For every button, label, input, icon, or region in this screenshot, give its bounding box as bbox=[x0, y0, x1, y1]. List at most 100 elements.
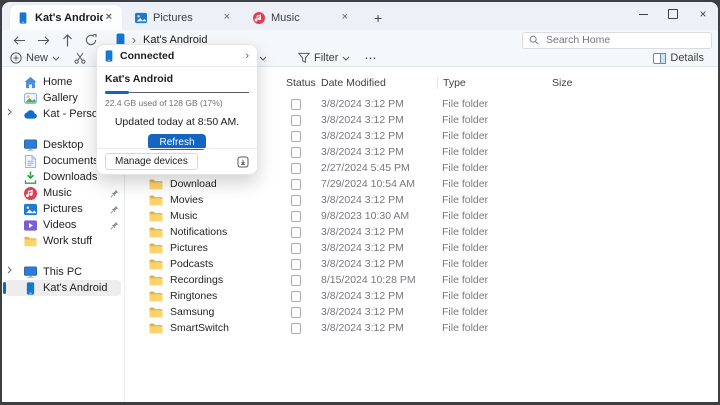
pin-icon bbox=[110, 221, 119, 230]
file-type: File folder bbox=[437, 290, 552, 302]
music-icon bbox=[253, 12, 265, 24]
sync-status-icon bbox=[291, 259, 301, 270]
file-type: File folder bbox=[437, 306, 552, 318]
forward-icon bbox=[37, 34, 50, 47]
filter-button-label: Filter bbox=[314, 52, 338, 64]
tab-music[interactable]: Music × bbox=[246, 5, 358, 30]
file-row-music[interactable]: Music 9/8/2023 10:30 AMFile folder bbox=[125, 208, 718, 224]
sidebar-item-label: Work stuff bbox=[43, 235, 92, 247]
sidebar-item-label: Documents bbox=[43, 155, 99, 167]
desktop-icon bbox=[24, 139, 37, 152]
column-header-type[interactable]: Type bbox=[437, 77, 552, 89]
file-type: File folder bbox=[437, 178, 552, 190]
flyout-header[interactable]: Connected › bbox=[97, 45, 257, 67]
sidebar-item-label: Pictures bbox=[43, 203, 83, 215]
file-type: File folder bbox=[437, 274, 552, 286]
file-name: Download bbox=[170, 178, 217, 190]
sync-status-icon bbox=[291, 211, 301, 222]
music-icon bbox=[24, 187, 37, 200]
file-row-download[interactable]: Download7/29/2024 10:54 AMFile folder bbox=[125, 176, 718, 192]
maximize-icon bbox=[668, 9, 678, 19]
sidebar-item-pictures[interactable]: Pictures bbox=[2, 201, 124, 217]
file-type: File folder bbox=[437, 114, 552, 126]
column-header-date[interactable]: Date Modified bbox=[321, 77, 437, 89]
file-row-notifications[interactable]: Notifications3/8/2024 3:12 PMFile folder bbox=[125, 224, 718, 240]
new-button[interactable]: New bbox=[10, 52, 60, 64]
file-date-modified: 3/8/2024 3:12 PM bbox=[321, 322, 437, 334]
file-row-ringtones[interactable]: Ringtones3/8/2024 3:12 PMFile folder bbox=[125, 288, 718, 304]
column-header-status[interactable]: Status bbox=[286, 77, 321, 89]
forward-button[interactable] bbox=[32, 31, 54, 49]
sidebar-item-label: Music bbox=[43, 187, 72, 199]
tab-close-icon[interactable]: × bbox=[221, 11, 233, 24]
folder-icon bbox=[149, 259, 163, 270]
close-button[interactable]: × bbox=[688, 2, 718, 26]
tab-close-icon[interactable]: × bbox=[339, 11, 351, 24]
file-date-modified: 3/8/2024 3:12 PM bbox=[321, 226, 437, 238]
minimize-icon bbox=[639, 14, 648, 15]
sidebar-item-label: Videos bbox=[43, 219, 76, 231]
file-row-samsung[interactable]: Samsung3/8/2024 3:12 PMFile folder bbox=[125, 304, 718, 320]
more-options-button[interactable]: ⋯ bbox=[364, 51, 377, 65]
filter-icon bbox=[298, 52, 310, 64]
manage-devices-button[interactable]: Manage devices bbox=[105, 153, 198, 170]
file-type: File folder bbox=[437, 130, 552, 142]
file-name: Recordings bbox=[170, 274, 223, 286]
up-button[interactable] bbox=[56, 31, 78, 49]
file-type: File folder bbox=[437, 322, 552, 334]
manage-devices-icon[interactable] bbox=[237, 156, 249, 168]
new-tab-button[interactable]: + bbox=[368, 10, 388, 26]
scissors-icon bbox=[74, 52, 86, 64]
file-row-podcasts[interactable]: Podcasts3/8/2024 3:12 PMFile folder bbox=[125, 256, 718, 272]
file-name: Notifications bbox=[170, 226, 227, 238]
sidebar-item-videos[interactable]: Videos bbox=[2, 217, 124, 233]
tab-close-icon[interactable]: × bbox=[103, 11, 115, 24]
pin-icon bbox=[110, 205, 119, 214]
file-date-modified: 3/8/2024 3:12 PM bbox=[321, 98, 437, 110]
phone-icon bbox=[105, 50, 113, 62]
expander-chevron-icon[interactable] bbox=[7, 265, 12, 277]
search-box[interactable] bbox=[522, 32, 712, 49]
sidebar-item-work-stuff[interactable]: Work stuff bbox=[2, 233, 124, 249]
filter-button[interactable]: Filter bbox=[298, 52, 350, 64]
tab-label: Music bbox=[271, 12, 300, 24]
videos-icon bbox=[24, 219, 37, 232]
sidebar-item-kat-s-android[interactable]: Kat's Android bbox=[5, 280, 121, 296]
file-date-modified: 3/8/2024 3:12 PM bbox=[321, 130, 437, 142]
search-icon bbox=[529, 35, 539, 45]
sync-status-icon bbox=[291, 147, 301, 158]
documents-icon bbox=[24, 155, 37, 168]
sidebar-item-label: Gallery bbox=[43, 92, 78, 104]
minimize-button[interactable] bbox=[628, 2, 658, 26]
file-type: File folder bbox=[437, 194, 552, 206]
view-dropdown-chevron-icon[interactable] bbox=[259, 56, 267, 61]
sync-status-icon bbox=[291, 227, 301, 238]
search-input[interactable] bbox=[544, 33, 705, 47]
sidebar-item-music[interactable]: Music bbox=[2, 185, 124, 201]
file-row-recordings[interactable]: Recordings8/15/2024 10:28 PMFile folder bbox=[125, 272, 718, 288]
refresh-icon bbox=[85, 34, 97, 46]
file-row-movies[interactable]: Movies3/8/2024 3:12 PMFile folder bbox=[125, 192, 718, 208]
tab-kat-s-android[interactable]: Kat's Android× bbox=[10, 5, 122, 30]
expander-chevron-icon[interactable] bbox=[7, 107, 12, 119]
more-icon: ⋯ bbox=[364, 51, 377, 65]
file-name: Music bbox=[170, 210, 197, 222]
file-date-modified: 3/8/2024 3:12 PM bbox=[321, 306, 437, 318]
cut-button[interactable] bbox=[74, 52, 86, 64]
file-type: File folder bbox=[437, 98, 552, 110]
details-button[interactable]: Details bbox=[653, 52, 708, 65]
sidebar-item-this-pc[interactable]: This PC bbox=[2, 264, 124, 280]
file-date-modified: 9/8/2023 10:30 AM bbox=[321, 210, 437, 222]
storage-bar-fill bbox=[105, 91, 129, 94]
column-header-size[interactable]: Size bbox=[552, 77, 718, 89]
new-icon bbox=[10, 52, 22, 64]
file-name: Ringtones bbox=[170, 290, 217, 302]
back-button[interactable] bbox=[8, 31, 30, 49]
maximize-button[interactable] bbox=[658, 2, 688, 26]
file-row-pictures[interactable]: Pictures3/8/2024 3:12 PMFile folder bbox=[125, 240, 718, 256]
file-type: File folder bbox=[437, 210, 552, 222]
chevron-right-icon[interactable]: › bbox=[245, 50, 249, 62]
sync-status-icon bbox=[291, 307, 301, 318]
tab-pictures[interactable]: Pictures× bbox=[128, 5, 240, 30]
file-row-smartswitch[interactable]: SmartSwitch3/8/2024 3:12 PMFile folder bbox=[125, 320, 718, 336]
